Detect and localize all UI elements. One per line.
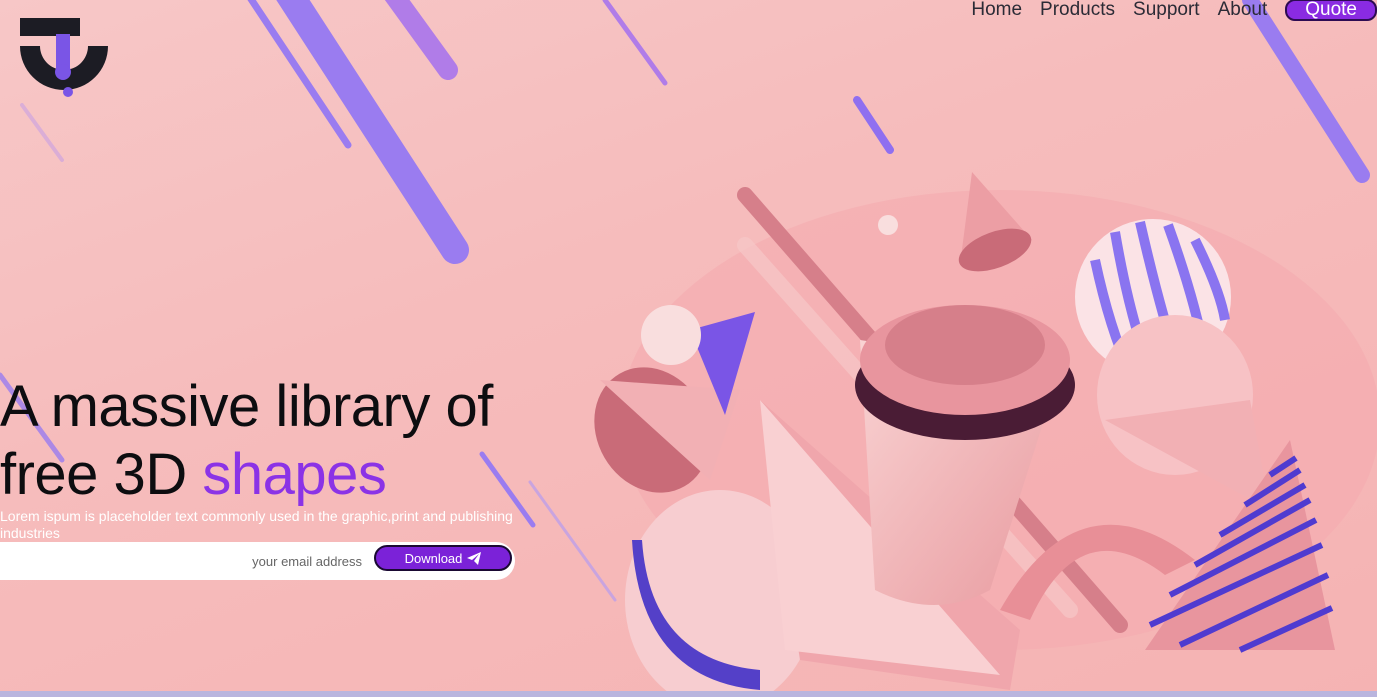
brand-logo[interactable] (16, 16, 112, 98)
headline-accent: shapes (202, 442, 387, 507)
nav-products[interactable]: Products (1040, 0, 1115, 20)
download-button-label: Download (404, 550, 463, 566)
download-button[interactable]: Download (374, 545, 512, 571)
hero-headline: A massive library of free 3D shapes (0, 373, 493, 509)
quote-button[interactable]: Quote (1285, 0, 1377, 21)
nav-support[interactable]: Support (1133, 0, 1200, 20)
hero-subtitle: Lorem ispum is placeholder text commonly… (0, 508, 513, 541)
section-divider (0, 691, 1377, 697)
paper-plane-icon (467, 551, 482, 565)
hero-section: Home Products Support About Quote A mass… (0, 0, 1377, 697)
headline-line-1: A massive library of (0, 374, 493, 439)
top-navigation: Home Products Support About Quote (971, 0, 1377, 21)
nav-about[interactable]: About (1218, 0, 1268, 20)
email-input[interactable] (0, 552, 412, 570)
nav-home[interactable]: Home (971, 0, 1022, 20)
headline-line-2: free 3D (0, 442, 203, 507)
email-signup-form: Download (0, 542, 515, 580)
hero-illustration (0, 0, 1377, 697)
